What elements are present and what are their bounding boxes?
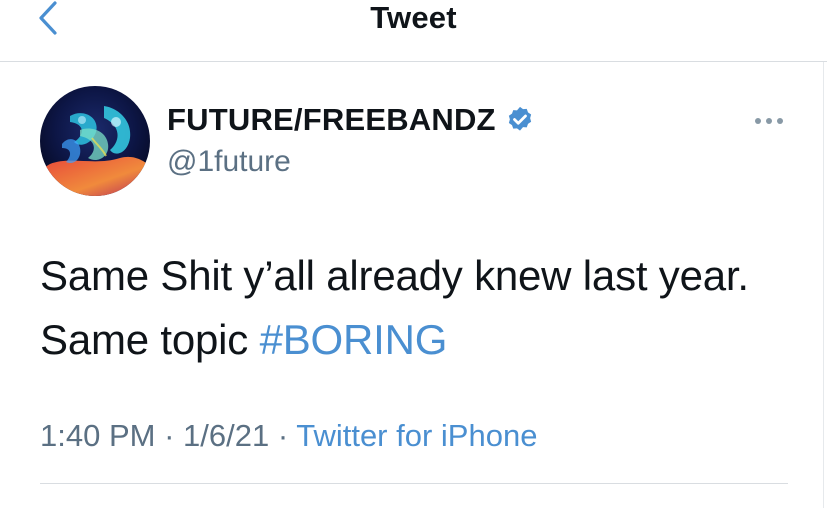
tweet-text: Same Shit y’all already knew last year. … bbox=[40, 244, 800, 372]
meta-separator: · bbox=[269, 418, 297, 453]
divider bbox=[40, 483, 788, 484]
page-title: Tweet bbox=[370, 0, 457, 35]
tweet-text-line-1: Same Shit y’all already knew last year. bbox=[40, 252, 749, 299]
more-horizontal-icon bbox=[755, 118, 783, 124]
tweet-date: 1/6/21 bbox=[183, 418, 270, 453]
meta-separator: · bbox=[155, 418, 184, 453]
more-options-button[interactable] bbox=[748, 108, 790, 134]
author-handle[interactable]: @1future bbox=[167, 142, 291, 182]
top-navigation-bar: Tweet bbox=[0, 0, 827, 62]
tweet-text-line-2: Same topic #BORING bbox=[40, 308, 800, 372]
hashtag-link[interactable]: #BORING bbox=[260, 316, 448, 363]
tweet-meta: 1:40 PM · 1/6/21 · Twitter for iPhone bbox=[40, 414, 537, 458]
avatar-image bbox=[40, 86, 150, 196]
author-display-name[interactable]: FUTURE/FREEBANDZ bbox=[167, 100, 496, 140]
scroll-edge bbox=[823, 62, 824, 508]
verified-badge-icon bbox=[505, 105, 535, 135]
author-name-row[interactable]: FUTURE/FREEBANDZ bbox=[167, 100, 535, 140]
tweet-detail-screen: Tweet FUTURE/FREEBANDZ @1future Same Shi… bbox=[0, 0, 827, 508]
avatar[interactable] bbox=[40, 86, 150, 196]
tweet-time: 1:40 PM bbox=[40, 418, 156, 453]
tweet-source-link[interactable]: Twitter for iPhone bbox=[296, 418, 537, 453]
tweet-text-prefix: Same topic bbox=[40, 316, 260, 363]
